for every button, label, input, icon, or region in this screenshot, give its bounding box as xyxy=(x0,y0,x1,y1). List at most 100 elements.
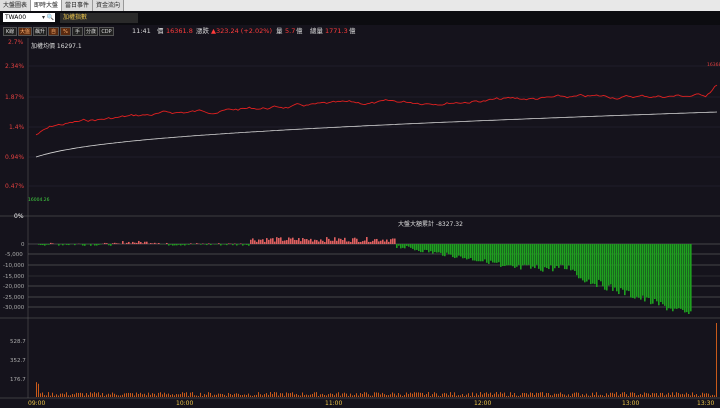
volume-bar xyxy=(682,393,683,397)
flow-bar xyxy=(652,244,654,304)
volume-bar xyxy=(238,393,239,397)
volume-bar xyxy=(332,393,333,397)
flow-bar xyxy=(96,244,98,246)
intraday-chart[interactable]: 2.7% 2.34% 1.87% 1.4% 0.94% 0.47% 0% 加權均… xyxy=(0,0,720,408)
flow-bar xyxy=(272,238,274,244)
flow-bar xyxy=(258,239,260,244)
flow-bar xyxy=(582,244,584,281)
flow-bar xyxy=(304,239,306,244)
flow-bar xyxy=(330,240,332,244)
volume-bar xyxy=(398,392,399,397)
volume-bar xyxy=(432,394,433,397)
flow-bar xyxy=(590,244,592,285)
flow-bar xyxy=(576,244,578,276)
flow-bar xyxy=(356,238,358,244)
flow-bar xyxy=(392,238,394,244)
flow-bar xyxy=(656,244,658,302)
volume-bar xyxy=(258,392,259,397)
volume-bar xyxy=(172,394,173,397)
volume-bar xyxy=(380,394,381,397)
volume-bar xyxy=(484,393,485,397)
volume-bar xyxy=(692,392,693,397)
flow-bar xyxy=(536,244,538,265)
flow-bar xyxy=(348,241,350,244)
volume-bar xyxy=(474,395,475,397)
flow-bar xyxy=(512,244,514,267)
flow-bar xyxy=(432,244,434,254)
volume-bar xyxy=(440,395,441,397)
volume-bar xyxy=(542,392,543,397)
flow-bar xyxy=(376,238,378,244)
volume-bar xyxy=(290,393,291,397)
y-label-flow: -30,000 xyxy=(3,305,25,311)
volume-bar xyxy=(132,393,133,397)
volume-bar xyxy=(404,394,405,397)
volume-bar xyxy=(590,395,591,397)
volume-bar xyxy=(618,395,619,397)
volume-bar xyxy=(690,395,691,397)
volume-bar xyxy=(168,393,169,397)
volume-bar xyxy=(240,395,241,397)
volume-bar xyxy=(156,395,157,397)
flow-bar xyxy=(428,244,430,253)
flow-bar xyxy=(354,237,356,244)
flow-bar xyxy=(550,244,552,266)
volume-bar xyxy=(266,393,267,397)
flow-bar xyxy=(502,244,504,267)
volume-bar xyxy=(442,393,443,397)
flow-bar xyxy=(144,241,146,244)
volume-bar xyxy=(584,395,585,397)
volume-bar xyxy=(388,395,389,397)
volume-bar xyxy=(248,393,249,397)
flow-bar xyxy=(264,241,266,244)
volume-bar xyxy=(456,395,457,397)
flow-bar xyxy=(104,242,106,244)
flow-bar xyxy=(232,244,234,246)
volume-bar xyxy=(706,393,707,397)
flow-bar xyxy=(52,243,54,244)
volume-bar xyxy=(80,392,81,397)
volume-bar xyxy=(548,393,549,397)
flow-bar xyxy=(196,243,198,244)
volume-bar xyxy=(42,392,43,397)
volume-bar xyxy=(674,395,675,397)
volume-bar xyxy=(124,393,125,397)
volume-bar xyxy=(406,392,407,397)
volume-bar xyxy=(170,394,171,397)
flow-bar xyxy=(420,244,422,253)
volume-bar xyxy=(538,393,539,397)
flow-bar xyxy=(394,238,396,244)
flow-bar xyxy=(612,244,614,291)
flow-bar xyxy=(332,240,334,244)
volume-bar xyxy=(118,395,119,397)
flow-bar xyxy=(678,244,680,309)
volume-bar xyxy=(164,392,165,397)
flow-bar xyxy=(600,244,602,282)
volume-bar xyxy=(160,392,161,397)
volume-bar xyxy=(468,393,469,397)
volume-bar xyxy=(352,395,353,397)
volume-bar xyxy=(218,393,219,397)
flow-bar xyxy=(324,241,326,244)
volume-bar xyxy=(680,394,681,397)
flow-bar xyxy=(470,244,472,259)
volume-bar xyxy=(634,392,635,397)
volume-bar xyxy=(580,395,581,397)
volume-bar xyxy=(134,395,135,397)
volume-bar xyxy=(116,394,117,397)
volume-bar xyxy=(454,392,455,397)
volume-bar xyxy=(90,392,91,397)
flow-bar xyxy=(616,244,618,292)
volume-bar xyxy=(296,393,297,397)
flow-bar xyxy=(418,244,420,252)
flow-bar xyxy=(110,244,112,246)
x-label-time: 13:00 xyxy=(622,400,639,407)
volume-bar xyxy=(204,394,205,397)
flow-bar xyxy=(504,244,506,266)
volume-bar xyxy=(524,392,525,397)
volume-bar xyxy=(36,382,37,397)
volume-bar xyxy=(550,395,551,397)
volume-bar xyxy=(312,393,313,397)
flow-bar xyxy=(282,240,284,244)
volume-bar xyxy=(578,392,579,397)
